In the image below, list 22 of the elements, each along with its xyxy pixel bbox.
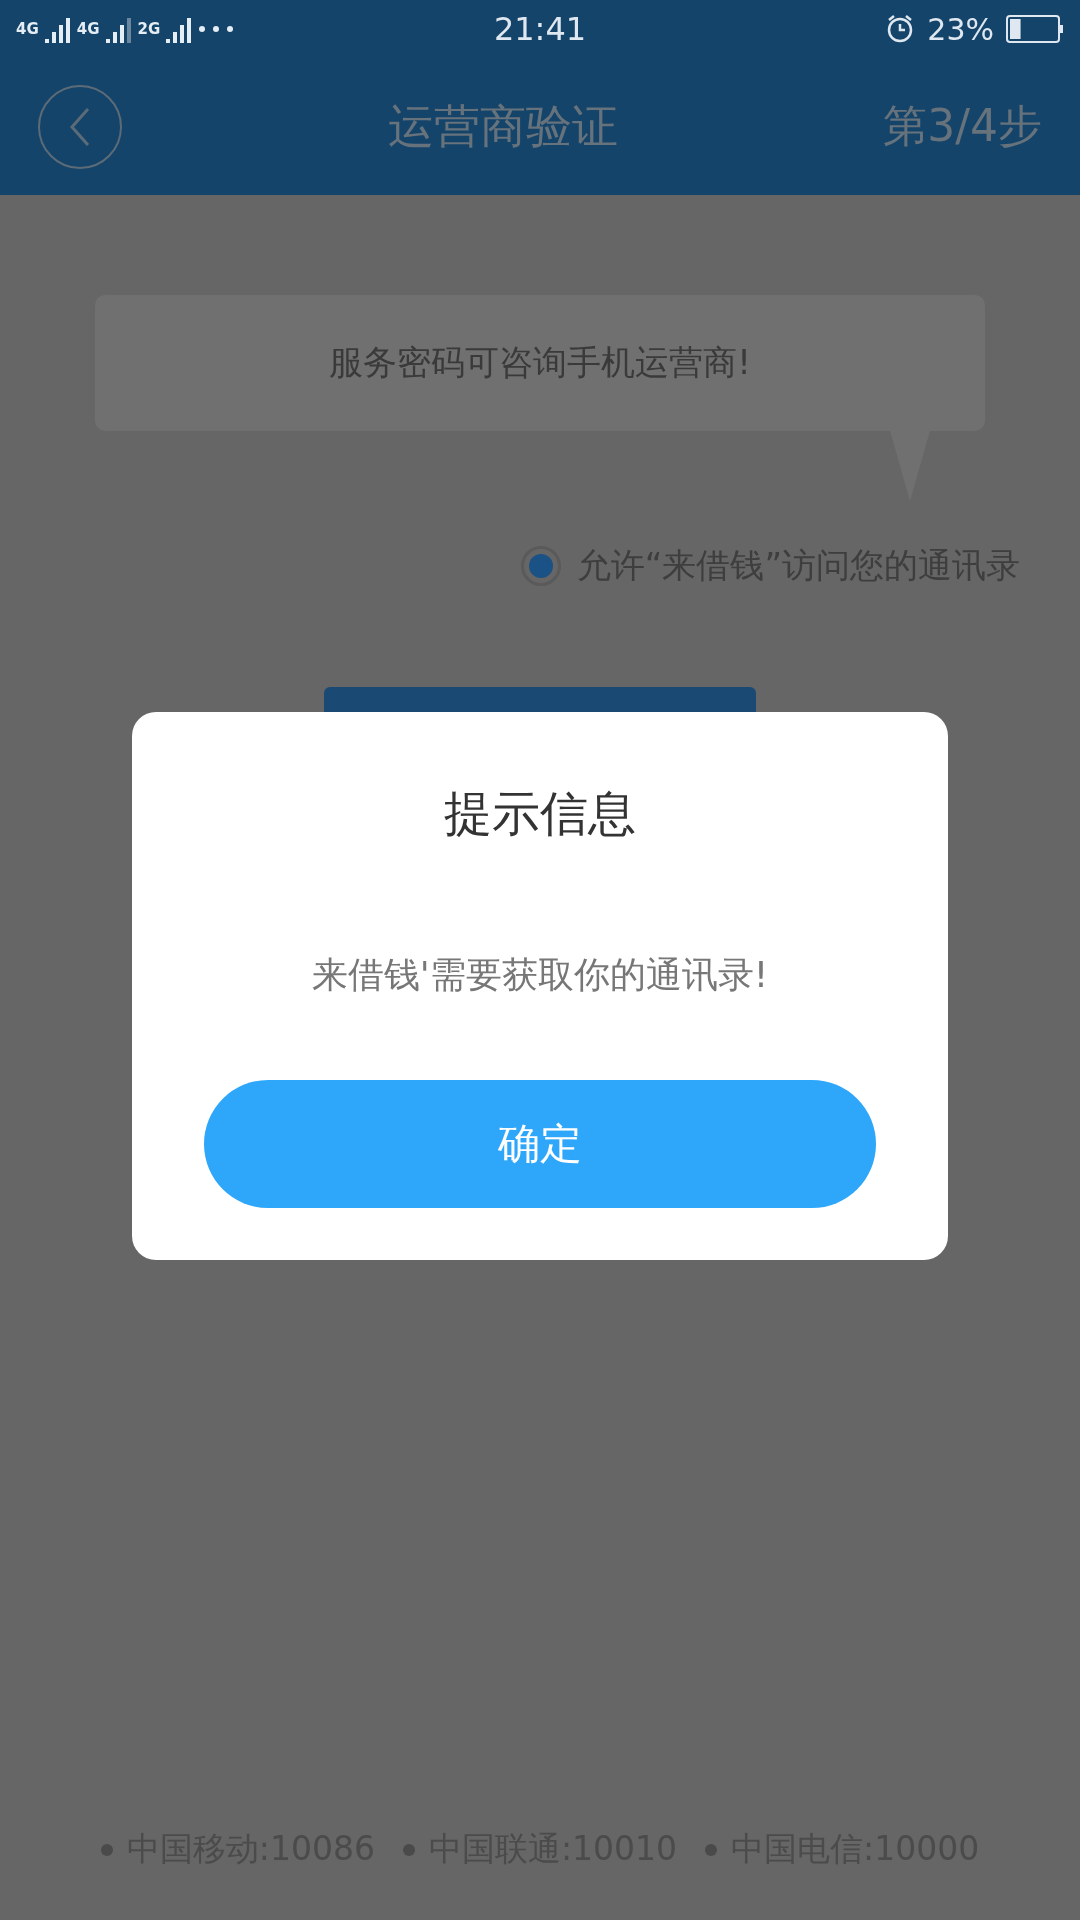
clock-time: 21:41 — [493, 10, 587, 48]
step-indicator: 第3/4步 — [883, 99, 1042, 153]
bullet-dot — [705, 1843, 718, 1856]
dialog-title: 提示信息 — [444, 784, 636, 843]
confirm-button[interactable]: 确定 — [204, 1080, 876, 1208]
signal-icon — [44, 15, 71, 43]
bullet-dot — [100, 1843, 113, 1856]
signal-icon — [166, 15, 193, 43]
next-button[interactable] — [324, 687, 756, 713]
page-title: 运营商验证 — [386, 97, 619, 155]
network-label: 4G — [76, 20, 100, 38]
battery-percent: 23% — [927, 11, 994, 47]
network-label: 4G — [16, 20, 39, 38]
more-icon — [198, 25, 235, 33]
dialog-message: 来借钱'需要获取你的通讯录! — [311, 953, 769, 997]
signal-icon — [105, 15, 132, 43]
bullet-dot — [402, 1843, 415, 1856]
network-label: 2G — [137, 20, 161, 38]
permission-radio[interactable] — [520, 546, 561, 586]
battery-icon — [1006, 15, 1064, 43]
chevron-left-icon — [68, 106, 92, 147]
back-button[interactable] — [38, 84, 122, 169]
